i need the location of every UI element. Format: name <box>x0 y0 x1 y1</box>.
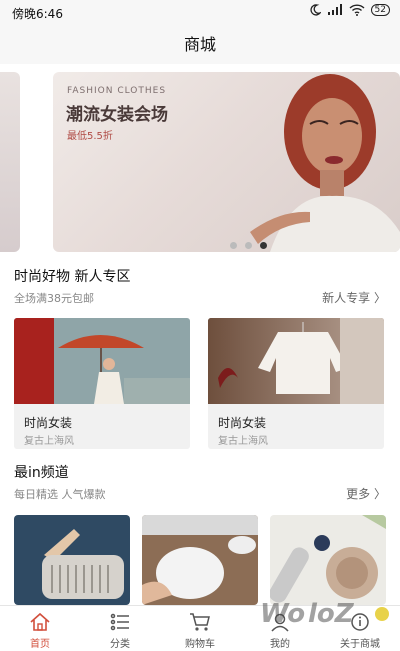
tab-label: 我的 <box>270 639 290 650</box>
product-desc: 复古上海风 <box>24 436 74 447</box>
new-user-more-link[interactable]: 新人专享 〉 <box>322 289 386 306</box>
carousel-dot[interactable] <box>245 242 252 249</box>
section-new-user: 时尚好物 新人专区 全场满38元包邮 新人专享 〉 时尚女装 复古上海风 时尚女… <box>0 260 400 452</box>
page-title: 商城 <box>183 35 216 54</box>
product-card[interactable]: 时尚女装 复古上海风 <box>14 318 190 449</box>
product-desc: 复古上海风 <box>218 436 268 447</box>
banner-headline: 潮流女装会场 <box>66 105 168 125</box>
channel-product-image[interactable] <box>270 515 386 605</box>
status-time: 傍晚6:46 <box>12 7 63 21</box>
svg-text:loZ: loZ <box>308 599 355 629</box>
banner-tag: FASHION CLOTHES <box>67 86 167 96</box>
carousel-indicator[interactable] <box>230 242 267 249</box>
site-watermark-logo: Wo loZ <box>260 599 389 629</box>
channel-product-image[interactable] <box>142 515 258 605</box>
section-title: 时尚好物 新人专区 <box>14 269 131 285</box>
tab-category[interactable]: 分类 <box>80 606 160 651</box>
product-card[interactable]: 时尚女装 复古上海风 <box>208 318 384 449</box>
signal-icon <box>327 4 342 15</box>
tab-label: 关于商城 <box>340 639 380 650</box>
banner-slide[interactable]: FASHION CLOTHES 潮流女装会场 最低5.5折 <box>53 72 400 252</box>
carousel-dot[interactable] <box>230 242 237 249</box>
in-channel-more-link[interactable]: 更多 〉 <box>346 485 386 502</box>
tab-label: 分类 <box>110 639 130 650</box>
home-icon <box>30 612 50 631</box>
product-name: 时尚女装 <box>218 416 267 430</box>
carousel-dot-active[interactable] <box>260 242 267 249</box>
app-header: 商城 <box>0 26 400 64</box>
product-image <box>208 318 384 404</box>
cart-icon <box>190 613 210 631</box>
svg-text:Wo: Wo <box>260 599 305 629</box>
list-icon <box>110 613 129 631</box>
status-icons: 52 <box>309 4 390 16</box>
tab-cart[interactable]: 购物车 <box>160 606 240 651</box>
tab-label: 购物车 <box>185 639 215 650</box>
banner-prev-slide[interactable] <box>0 72 20 252</box>
section-title: 最in频道 <box>14 465 69 481</box>
product-name: 时尚女装 <box>24 416 73 430</box>
tab-label: 首页 <box>30 639 50 650</box>
section-subtitle: 每日精选 人气爆款 <box>14 488 106 501</box>
banner-model-image <box>250 74 400 252</box>
status-bar: 傍晚6:46 52 <box>0 0 400 26</box>
product-image <box>14 318 190 404</box>
wifi-icon <box>349 4 365 16</box>
section-subtitle: 全场满38元包邮 <box>14 292 94 305</box>
section-in-channel: 最in频道 每日精选 人气爆款 更多 〉 <box>0 452 400 605</box>
channel-product-image[interactable] <box>14 515 130 605</box>
tab-home[interactable]: 首页 <box>0 606 80 651</box>
banner-carousel[interactable]: FASHION CLOTHES 潮流女装会场 最低5.5折 <box>0 64 400 260</box>
moon-icon <box>309 4 321 16</box>
banner-subline: 最低5.5折 <box>67 131 113 142</box>
battery-icon: 52 <box>370 4 390 16</box>
